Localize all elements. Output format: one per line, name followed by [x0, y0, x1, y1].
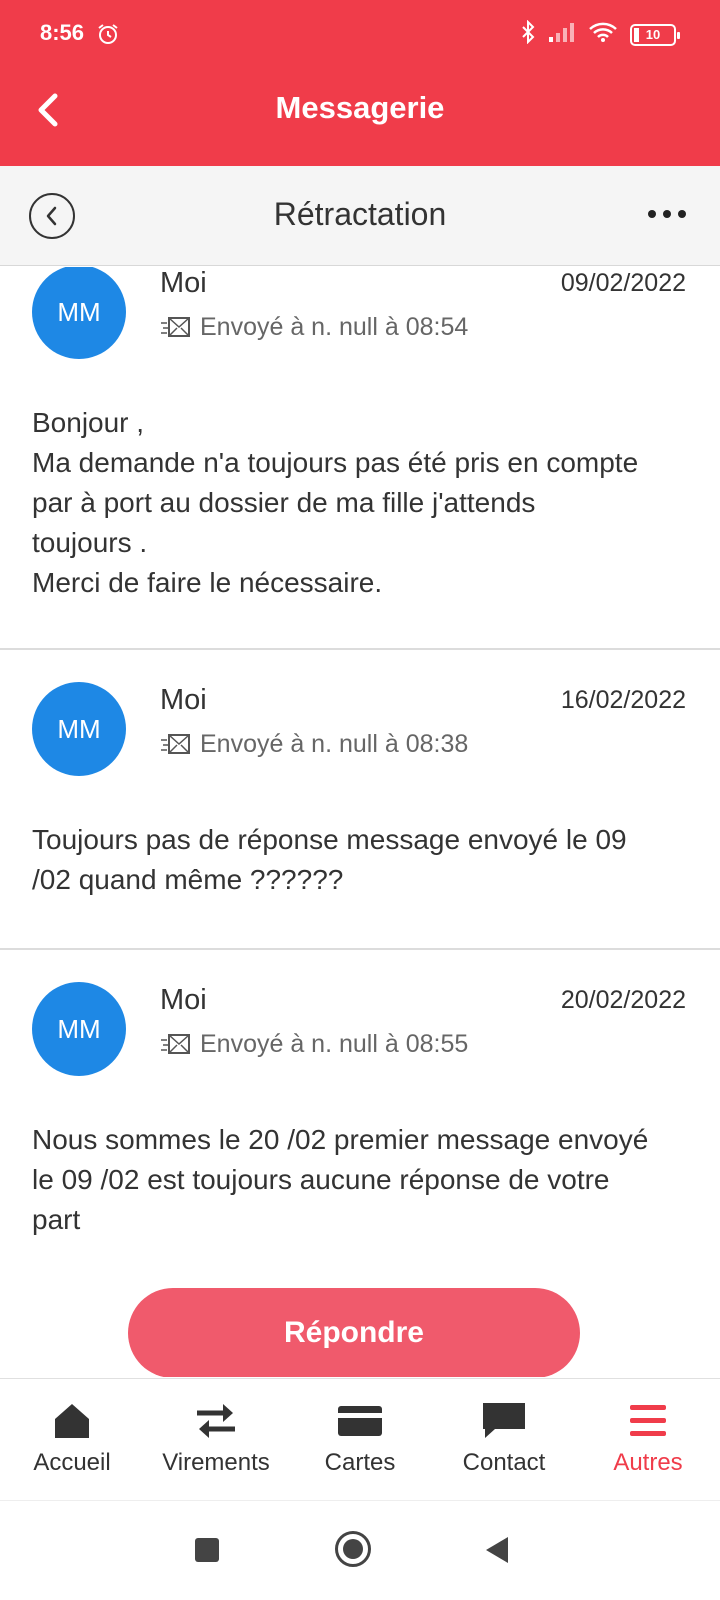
sent-text: Envoyé à n. null à 08:55 [200, 1030, 469, 1058]
message-line: toujours . [32, 527, 148, 558]
message-body: Nous sommes le 20 /02 premier message en… [32, 1120, 692, 1240]
sent-mail-icon [161, 316, 190, 337]
message-list[interactable]: MM Moi 09/02/2022 Envoyé à n. null à 08:… [0, 267, 720, 1377]
message-line: le 09 /02 est toujours aucune réponse de… [32, 1164, 610, 1195]
avatar: MM [32, 682, 126, 776]
nav-item-virements[interactable]: Virements [144, 1379, 288, 1500]
nav-label: Accueil [33, 1449, 111, 1476]
message-date: 16/02/2022 [560, 686, 686, 714]
sent-status: Envoyé à n. null à 08:38 [160, 730, 468, 759]
nav-item-cartes[interactable]: Cartes [288, 1379, 432, 1500]
message-line: par à port au dossier de ma fille j'atte… [32, 487, 536, 518]
nav-label: Cartes [324, 1449, 396, 1476]
message-sender: Moi [160, 984, 207, 1016]
message-sender: Moi [160, 684, 207, 716]
conversation-header: Rétractation [0, 166, 720, 266]
avatar: MM [32, 982, 126, 1076]
system-back-icon[interactable] [486, 1537, 508, 1563]
recent-apps-icon[interactable] [195, 1538, 219, 1562]
nav-label: Autres [613, 1449, 683, 1476]
nav-label: Contact [462, 1449, 546, 1476]
message-body: Toujours pas de réponse message envoyé l… [32, 820, 692, 900]
nav-item-autres[interactable]: Autres [576, 1379, 720, 1500]
avatar: MM [32, 267, 126, 359]
bottom-navigation: Accueil Virements Cartes Contact Autres [0, 1378, 720, 1500]
status-time: 8:56 [40, 20, 85, 45]
reply-button[interactable]: Répondre [128, 1288, 580, 1377]
message-body: Bonjour , Ma demande n'a toujours pas ét… [32, 403, 692, 603]
sent-status: Envoyé à n. null à 08:54 [160, 313, 468, 342]
message-line: Toujours pas de réponse message envoyé l… [32, 824, 627, 855]
transfer-icon [190, 1401, 242, 1441]
sent-status: Envoyé à n. null à 08:55 [160, 1030, 468, 1059]
status-bar: 8:56 10 [0, 0, 720, 70]
bluetooth-icon [520, 19, 536, 49]
battery-level: 10 [645, 27, 661, 42]
wifi-icon [588, 21, 618, 48]
message-line: Ma demande n'a toujours pas été pris en … [32, 447, 639, 478]
message-sender: Moi [160, 267, 207, 299]
message-line: part [32, 1204, 81, 1235]
nav-item-contact[interactable]: Contact [432, 1379, 576, 1500]
chat-icon [478, 1401, 530, 1441]
system-navigation-bar [0, 1500, 720, 1600]
message-date: 20/02/2022 [560, 986, 686, 1014]
sent-text: Envoyé à n. null à 08:54 [200, 313, 469, 341]
alarm-icon [96, 22, 120, 51]
screen: 8:56 10 Messagerie Rétractation MM Moi 0… [0, 0, 720, 1600]
page-title: Messagerie [275, 90, 445, 125]
divider [0, 948, 720, 950]
message-line: Merci de faire le nécessaire. [32, 567, 383, 598]
nav-item-accueil[interactable]: Accueil [0, 1379, 144, 1500]
sent-mail-icon [161, 1033, 190, 1054]
message-line: Bonjour , [32, 407, 145, 438]
home-button-icon[interactable] [335, 1531, 371, 1567]
message-line: Nous sommes le 20 /02 premier message en… [32, 1124, 649, 1155]
sent-text: Envoyé à n. null à 08:38 [200, 730, 469, 758]
message-line: /02 quand même ?????? [32, 864, 344, 895]
menu-icon [622, 1401, 674, 1441]
signal-icon [548, 21, 576, 48]
conversation-title: Rétractation [273, 196, 447, 232]
app-header: 8:56 10 Messagerie [0, 0, 720, 166]
card-icon [334, 1401, 386, 1441]
battery-icon: 10 [630, 23, 680, 46]
sent-mail-icon [161, 733, 190, 754]
nav-label: Virements [162, 1449, 270, 1476]
more-options-icon[interactable] [648, 210, 686, 218]
message-date: 09/02/2022 [560, 269, 686, 297]
home-icon [46, 1401, 98, 1441]
divider [0, 648, 720, 650]
